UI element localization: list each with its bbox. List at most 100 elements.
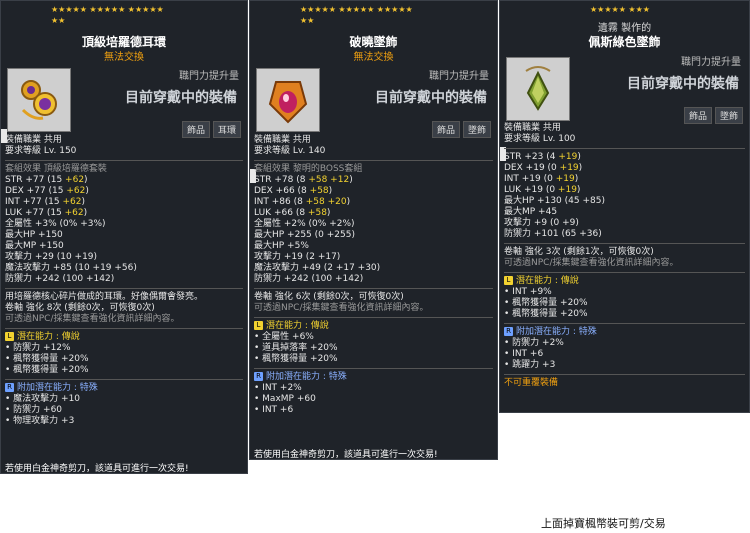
stat-row: INT +86 (8 +58 +20) [254,197,351,207]
legendary-icon: L [504,276,513,285]
footer-note: 若使用白金神奇剪刀，該道具可進行一次交易! [5,464,189,474]
star-force-row: ★★★★★ ★★★★★ ★★★★★ [300,5,413,14]
caption-text: 上面掉寶楓幣裝可剪/交易 [541,517,666,530]
extra-stat: 最大HP +5% [254,241,309,251]
rare-icon: R [504,327,513,336]
scroll-info: 卷軸 強化 8次 (剩餘0次，可恢復0次) [5,303,155,313]
stat-row: STR +23 (4 +19) [504,152,581,162]
potential-line: • 楓幣獲得量 +20% [5,354,89,364]
extra-stat: 防禦力 +242 (100 +142) [254,274,364,284]
stat-row: INT +19 (0 +19) [504,174,579,184]
power-increase-label: 職門力提升量 [681,57,741,68]
currently-equipped-label: 目前穿戴中的裝備 [627,76,739,92]
npc-info: 可透過NPC/採集鍵查看強化資訊詳細內容。 [504,258,679,268]
extra-stat: 最大HP +255 (0 +255) [254,230,355,240]
stat-row: LUK +66 (8 +58) [254,208,331,218]
scroll-info: 卷軸 強化 3次 (剩餘1次，可恢復0次) [504,247,654,257]
potential-line: • 全屬性 +6% [254,332,314,342]
stat-row: LUK +77 (15 +62) [5,208,88,218]
potential-header: L 潛在能力 : 傳說 [5,332,243,343]
additional-potential-header: R 附加潛在能力 : 特殊 [254,372,493,383]
potential-line: • 楓幣獲得量 +20% [504,309,588,319]
set-row: 套組效果 黎明的BOSS套組 [254,164,363,174]
level-row: 要求等級 Lv. 150 [5,146,77,156]
additional-line: • 魔法攻擊力 +10 [5,394,81,404]
level-row: 要求等級 Lv. 140 [254,146,326,156]
item-tooltip-earring: ★★★★★ ★★★★★ ★★★★★ ★★ 頂級培羅德耳環 無法交換 職門力提升量… [0,0,248,474]
earring-icon [7,68,71,132]
footer-note: 若使用白金神奇剪刀，該道具可進行一次交易! [254,450,438,460]
stat-row: DEX +19 (0 +19) [504,163,583,173]
additional-potential-header: R 附加潛在能力 : 特殊 [5,383,243,394]
extra-stat: 防禦力 +242 (100 +142) [5,274,115,284]
extra-stat: 最大HP +130 (45 +85) [504,196,605,206]
item-subtitle: 無法交換 [353,52,394,63]
scroll-info: 卷軸 強化 6次 (剩餘0次，可恢復0次) [254,292,404,302]
star-force-row: ★★★★★ ★★★★★ ★★★★★ [51,5,164,14]
star-force-row-2: ★★ [51,16,66,25]
potential-line: • 楓幣獲得量 +20% [504,298,588,308]
extra-stat: 攻擊力 +9 (0 +9) [504,218,579,228]
potential-line: • 道具掉落率 +20% [254,343,338,353]
npc-info: 可透過NPC/採集鍵查看強化資訊詳細內容。 [5,314,180,324]
extra-stat: 全屬性 +3% (0% +3%) [5,219,106,229]
additional-line: • MaxMP +60 [254,394,316,404]
set-row: 套組效果 頂級培羅德套裝 [5,164,107,174]
extra-stat: 攻擊力 +19 (2 +17) [254,252,341,262]
stat-row: INT +77 (15 +62) [5,197,85,207]
currently-equipped-label: 目前穿戴中的裝備 [375,90,487,106]
rare-icon: R [254,372,263,381]
stat-row: LUK +19 (0 +19) [504,185,581,195]
npc-info: 可透過NPC/採集鍵查看強化資訊詳細內容。 [254,303,429,313]
item-subtitle: 無法交換 [104,52,144,63]
legendary-icon: L [5,332,14,341]
power-increase-label: 職門力提升量 [429,71,489,82]
additional-line: • INT +6 [504,349,544,359]
pendant-icon [506,57,570,121]
extra-stat: 最大HP +150 [5,230,63,240]
job-row: 裝備職業 共用 [5,135,62,145]
job-row: 裝備職業 共用 [254,135,311,145]
additional-line: • INT +6 [254,405,294,415]
potential-line: • 楓幣獲得量 +20% [5,365,89,375]
additional-line: • INT +2% [254,383,302,393]
item-title: 佩斯綠色墜飾 [588,35,661,49]
extra-stat: 防禦力 +101 (65 +36) [504,229,602,239]
potential-line: • 防禦力 +12% [5,343,71,353]
rare-icon: R [5,383,14,392]
job-row: 裝備職業 共用 [504,123,561,133]
item-tooltip-green-pendant: ★★★★★ ★★★ 遺霧 製作的 佩斯綠色墜飾 職門力提升量 目前穿戴中的裝備 … [499,0,750,413]
additional-line: • 跳躍力 +3 [504,360,556,370]
extra-stat: 魔法攻擊力 +49 (2 +17 +30) [254,263,381,273]
additional-line: • 物理攻擊力 +3 [5,416,75,426]
extra-stat: 全屬性 +2% (0% +2%) [254,219,355,229]
item-tooltip-pendant: ★★★★★ ★★★★★ ★★★★★ ★★ 破曉墜飾 無法交換 職門力提升量 目前… [249,0,498,460]
extra-stat: 最大MP +45 [504,207,558,217]
footer-note: 不可重覆裝備 [504,378,559,388]
potential-header: L 潛在能力 : 傳說 [504,276,745,287]
stat-row: STR +77 (15 +62) [5,175,88,185]
stat-row: DEX +66 (8 +58) [254,186,333,196]
extra-stat: 魔法攻擊力 +85 (10 +19 +56) [5,263,137,273]
legendary-icon: L [254,321,263,330]
pendant-icon [256,68,320,132]
level-row: 要求等級 Lv. 100 [504,134,576,144]
star-force-row: ★★★★★ ★★★ [590,5,650,14]
star-force-row-2: ★★ [300,16,315,25]
additional-potential-header: R 附加潛在能力 : 特殊 [504,327,745,338]
potential-line: • INT +9% [504,287,552,297]
item-description: 用培羅德核心碎片做成的耳環。好像偶爾會發亮。 [5,292,204,302]
extra-stat: 攻擊力 +29 (10 +19) [5,252,98,262]
potential-line: • 楓幣獲得量 +20% [254,354,338,364]
category-chip: 飾品 [683,107,712,124]
power-increase-label: 職門力提升量 [179,71,239,82]
type-chip: 墜飾 [714,107,743,124]
additional-line: • 防禦力 +2% [504,338,564,348]
crafted-by: 遺霧 製作的 [597,23,652,34]
stat-row: STR +78 (8 +58 +12) [254,175,353,185]
additional-line: • 防禦力 +60 [5,405,63,415]
extra-stat: 最大MP +150 [5,241,64,251]
potential-header: L 潛在能力 : 傳說 [254,321,493,332]
currently-equipped-label: 目前穿戴中的裝備 [125,90,237,106]
stat-row: DEX +77 (15 +62) [5,186,89,196]
